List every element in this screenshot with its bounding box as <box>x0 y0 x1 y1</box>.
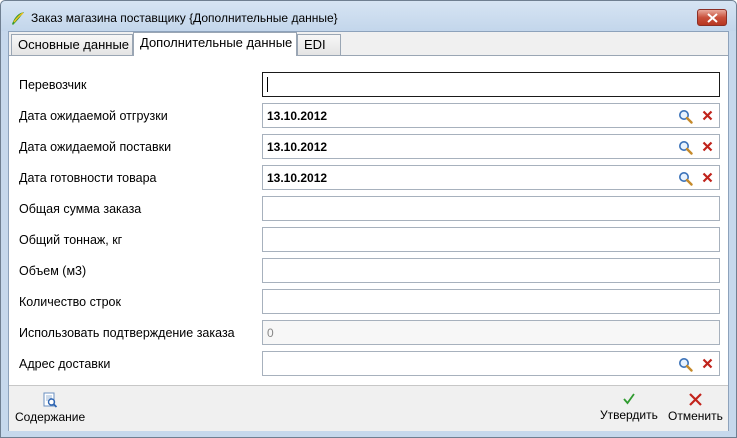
tab-edi[interactable]: EDI <box>297 34 341 55</box>
search-icon[interactable] <box>678 109 693 124</box>
approve-button[interactable]: Утвердить <box>600 392 658 422</box>
tab-main-data[interactable]: Основные данные <box>11 34 133 55</box>
contents-button-label: Содержание <box>15 410 86 424</box>
order-total-input[interactable] <box>262 196 720 221</box>
tab-main-data-label: Основные данные <box>18 37 130 52</box>
volume-label: Объем (м3) <box>19 264 87 278</box>
dialog-client-area: Основные данные Дополнительные данные ED… <box>8 31 729 431</box>
close-icon <box>707 13 718 23</box>
expected-shipment-date-label: Дата ожидаемой отгрузки <box>19 109 168 123</box>
tab-edi-label: EDI <box>304 37 326 52</box>
delivery-address-label: Адрес доставки <box>19 357 111 371</box>
order-total-label: Общая сумма заказа <box>19 202 142 216</box>
cancel-button-label: Отменить <box>668 409 723 423</box>
text-caret <box>267 77 268 92</box>
carrier-label: Перевозчик <box>19 78 87 92</box>
search-icon[interactable] <box>678 357 693 372</box>
expected-shipment-date-field[interactable]: 13.10.2012 <box>262 103 720 128</box>
expected-delivery-date-field[interactable]: 13.10.2012 <box>262 134 720 159</box>
goods-ready-date-field[interactable]: 13.10.2012 <box>262 165 720 190</box>
tab-panel-additional-data: Перевозчик Дата ожидаемой отгрузки 13.10… <box>9 55 728 385</box>
volume-input[interactable] <box>262 258 720 283</box>
expected-delivery-date-label: Дата ожидаемой поставки <box>19 140 172 154</box>
dialog-window: Заказ магазина поставщику {Дополнительны… <box>0 0 737 438</box>
contents-button[interactable]: Содержание <box>15 392 85 424</box>
carrier-input[interactable] <box>262 72 720 97</box>
search-icon[interactable] <box>678 140 693 155</box>
use-order-confirmation-input[interactable]: 0 <box>262 320 720 345</box>
tab-additional-data[interactable]: Дополнительные данные <box>133 32 297 56</box>
use-order-confirmation-label: Использовать подтверждение заказа <box>19 326 235 340</box>
app-icon <box>12 12 24 25</box>
search-icon[interactable] <box>678 171 693 186</box>
approve-button-label: Утвердить <box>600 408 658 422</box>
checkmark-icon <box>623 393 635 405</box>
tab-additional-data-label: Дополнительные данные <box>140 35 293 50</box>
title-bar[interactable]: Заказ магазина поставщику {Дополнительны… <box>1 1 736 31</box>
use-order-confirmation-value: 0 <box>267 326 274 340</box>
cancel-icon <box>689 393 702 406</box>
goods-ready-date-label: Дата готовности товара <box>19 171 157 185</box>
clear-icon[interactable] <box>702 110 713 121</box>
clear-icon[interactable] <box>702 358 713 369</box>
expected-delivery-date-value: 13.10.2012 <box>267 140 328 154</box>
total-tonnage-input[interactable] <box>262 227 720 252</box>
window-title: Заказ магазина поставщику {Дополнительны… <box>31 11 338 25</box>
tab-strip: Основные данные Дополнительные данные ED… <box>9 32 728 56</box>
button-bar: Содержание Утвердить Отменить <box>9 385 728 431</box>
line-count-label: Количество строк <box>19 295 121 309</box>
clear-icon[interactable] <box>702 172 713 183</box>
line-count-input[interactable] <box>262 289 720 314</box>
contents-icon <box>43 392 58 408</box>
cancel-button[interactable]: Отменить <box>668 392 723 423</box>
total-tonnage-label: Общий тоннаж, кг <box>19 233 123 247</box>
clear-icon[interactable] <box>702 141 713 152</box>
goods-ready-date-value: 13.10.2012 <box>267 171 328 185</box>
delivery-address-field[interactable] <box>262 351 720 376</box>
expected-shipment-date-value: 13.10.2012 <box>267 109 328 123</box>
close-button[interactable] <box>697 9 727 26</box>
